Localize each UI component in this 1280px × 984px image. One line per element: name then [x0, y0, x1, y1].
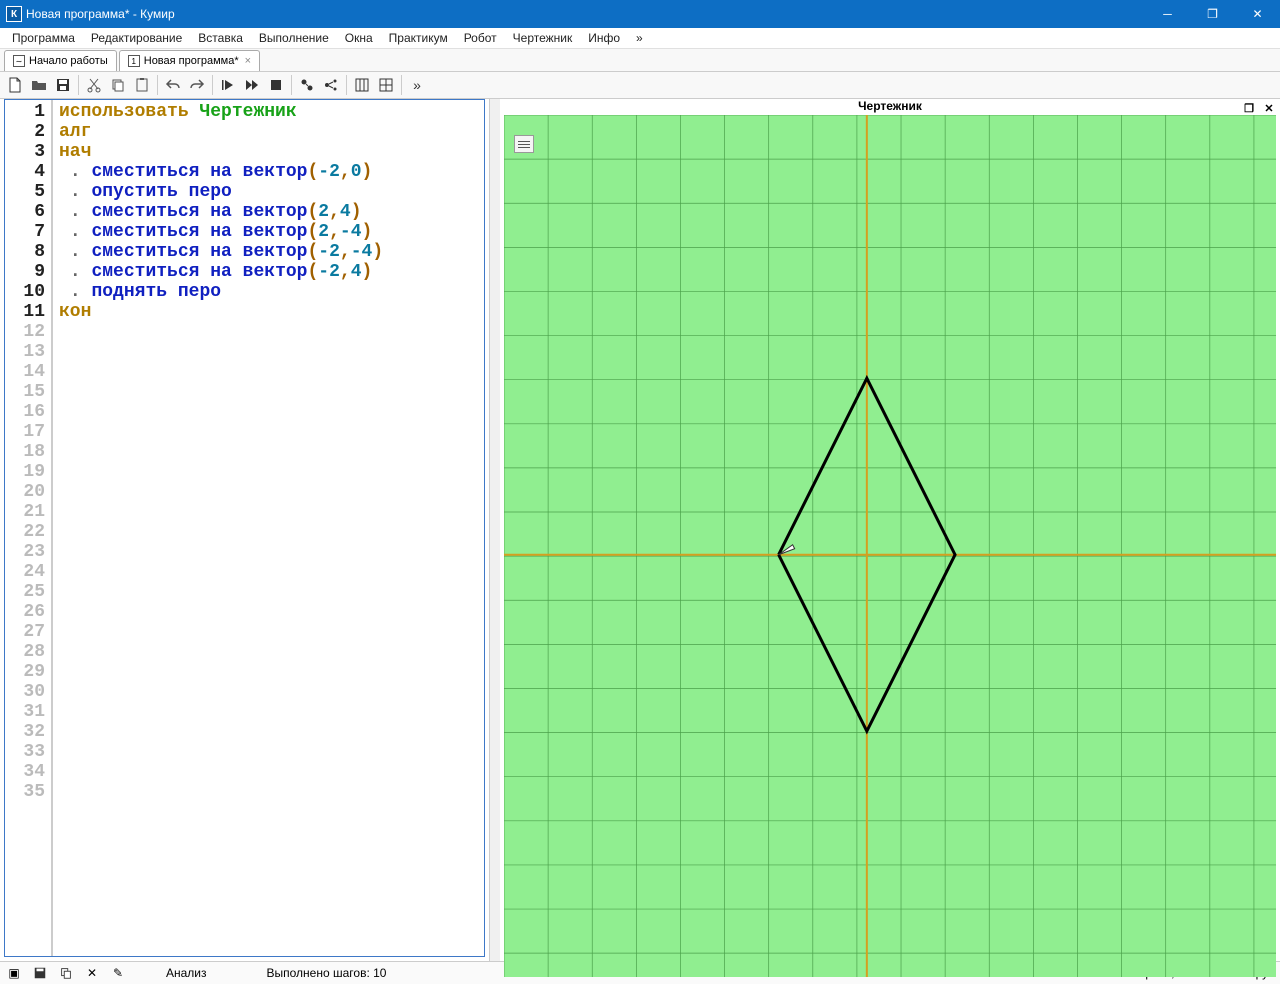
grid-button[interactable]: [375, 74, 397, 96]
redo-button[interactable]: [186, 74, 208, 96]
menu-bar: ПрограммаРедактированиеВставкаВыполнение…: [0, 28, 1280, 49]
columns-button[interactable]: [351, 74, 373, 96]
undo-button[interactable]: [162, 74, 184, 96]
toolbar: »: [0, 72, 1280, 99]
run-button[interactable]: [217, 74, 239, 96]
app-icon: К: [6, 6, 22, 22]
menu-робот[interactable]: Робот: [456, 29, 505, 47]
split-resizer[interactable]: [490, 99, 500, 961]
menu-»[interactable]: »: [628, 29, 651, 47]
menu-программа[interactable]: Программа: [4, 29, 83, 47]
close-button[interactable]: ✕: [1235, 0, 1280, 28]
copy-button[interactable]: [107, 74, 129, 96]
drawing-panel-header: Чертежник ❐ ✕: [500, 99, 1280, 113]
drawing-panel-title: Чертежник: [858, 99, 922, 113]
tab-icon: 1: [128, 55, 140, 67]
stop-button[interactable]: [265, 74, 287, 96]
tab-label: Новая программа*: [144, 55, 239, 67]
more-button[interactable]: »: [406, 74, 428, 96]
status-copy-icon[interactable]: [58, 965, 74, 981]
actor-toggle-button[interactable]: [296, 74, 318, 96]
cut-button[interactable]: [83, 74, 105, 96]
menu-вставка[interactable]: Вставка: [190, 29, 251, 47]
menu-практикум[interactable]: Практикум: [381, 29, 456, 47]
paste-button[interactable]: [131, 74, 153, 96]
title-bar: К Новая программа* - Кумир ─ ❐ ✕: [0, 0, 1280, 28]
panel-close-button[interactable]: ✕: [1262, 101, 1276, 115]
status-save-icon[interactable]: [32, 965, 48, 981]
line-number-gutter: 1234567891011121314151617181920212223242…: [5, 100, 53, 956]
status-clear-icon[interactable]: ✕: [84, 965, 100, 981]
menu-окна[interactable]: Окна: [337, 29, 381, 47]
layout-button[interactable]: [320, 74, 342, 96]
open-file-button[interactable]: [28, 74, 50, 96]
menu-инфо[interactable]: Инфо: [580, 29, 628, 47]
menu-чертежник[interactable]: Чертежник: [505, 29, 581, 47]
status-console-icon[interactable]: ▣: [6, 965, 22, 981]
status-edit-icon[interactable]: ✎: [110, 965, 126, 981]
tab-close-button[interactable]: ×: [245, 55, 251, 67]
doc-tab[interactable]: 1 Новая программа* ×: [119, 50, 260, 71]
minimize-button[interactable]: ─: [1145, 0, 1190, 28]
canvas-menu-button[interactable]: [514, 135, 534, 153]
code-area[interactable]: использовать Чертежникалгнач . сместитьс…: [53, 100, 484, 956]
menu-редактирование[interactable]: Редактирование: [83, 29, 190, 47]
code-editor[interactable]: 1234567891011121314151617181920212223242…: [4, 99, 485, 957]
panel-maximize-button[interactable]: ❐: [1242, 101, 1256, 115]
tab-label: Начало работы: [29, 55, 108, 67]
doc-tab[interactable]: ∼ Начало работы: [4, 50, 117, 71]
maximize-button[interactable]: ❐: [1190, 0, 1235, 28]
menu-выполнение[interactable]: Выполнение: [251, 29, 337, 47]
tab-icon: ∼: [13, 55, 25, 67]
window-title: Новая программа* - Кумир: [26, 7, 1145, 21]
status-analysis-label: Анализ: [166, 966, 207, 980]
drawing-canvas[interactable]: [504, 115, 1276, 977]
status-steps-label: Выполнено шагов: 10: [267, 966, 387, 980]
save-button[interactable]: [52, 74, 74, 96]
document-tabs: ∼ Начало работы 1 Новая программа* ×: [0, 49, 1280, 72]
step-button[interactable]: [241, 74, 263, 96]
new-file-button[interactable]: [4, 74, 26, 96]
